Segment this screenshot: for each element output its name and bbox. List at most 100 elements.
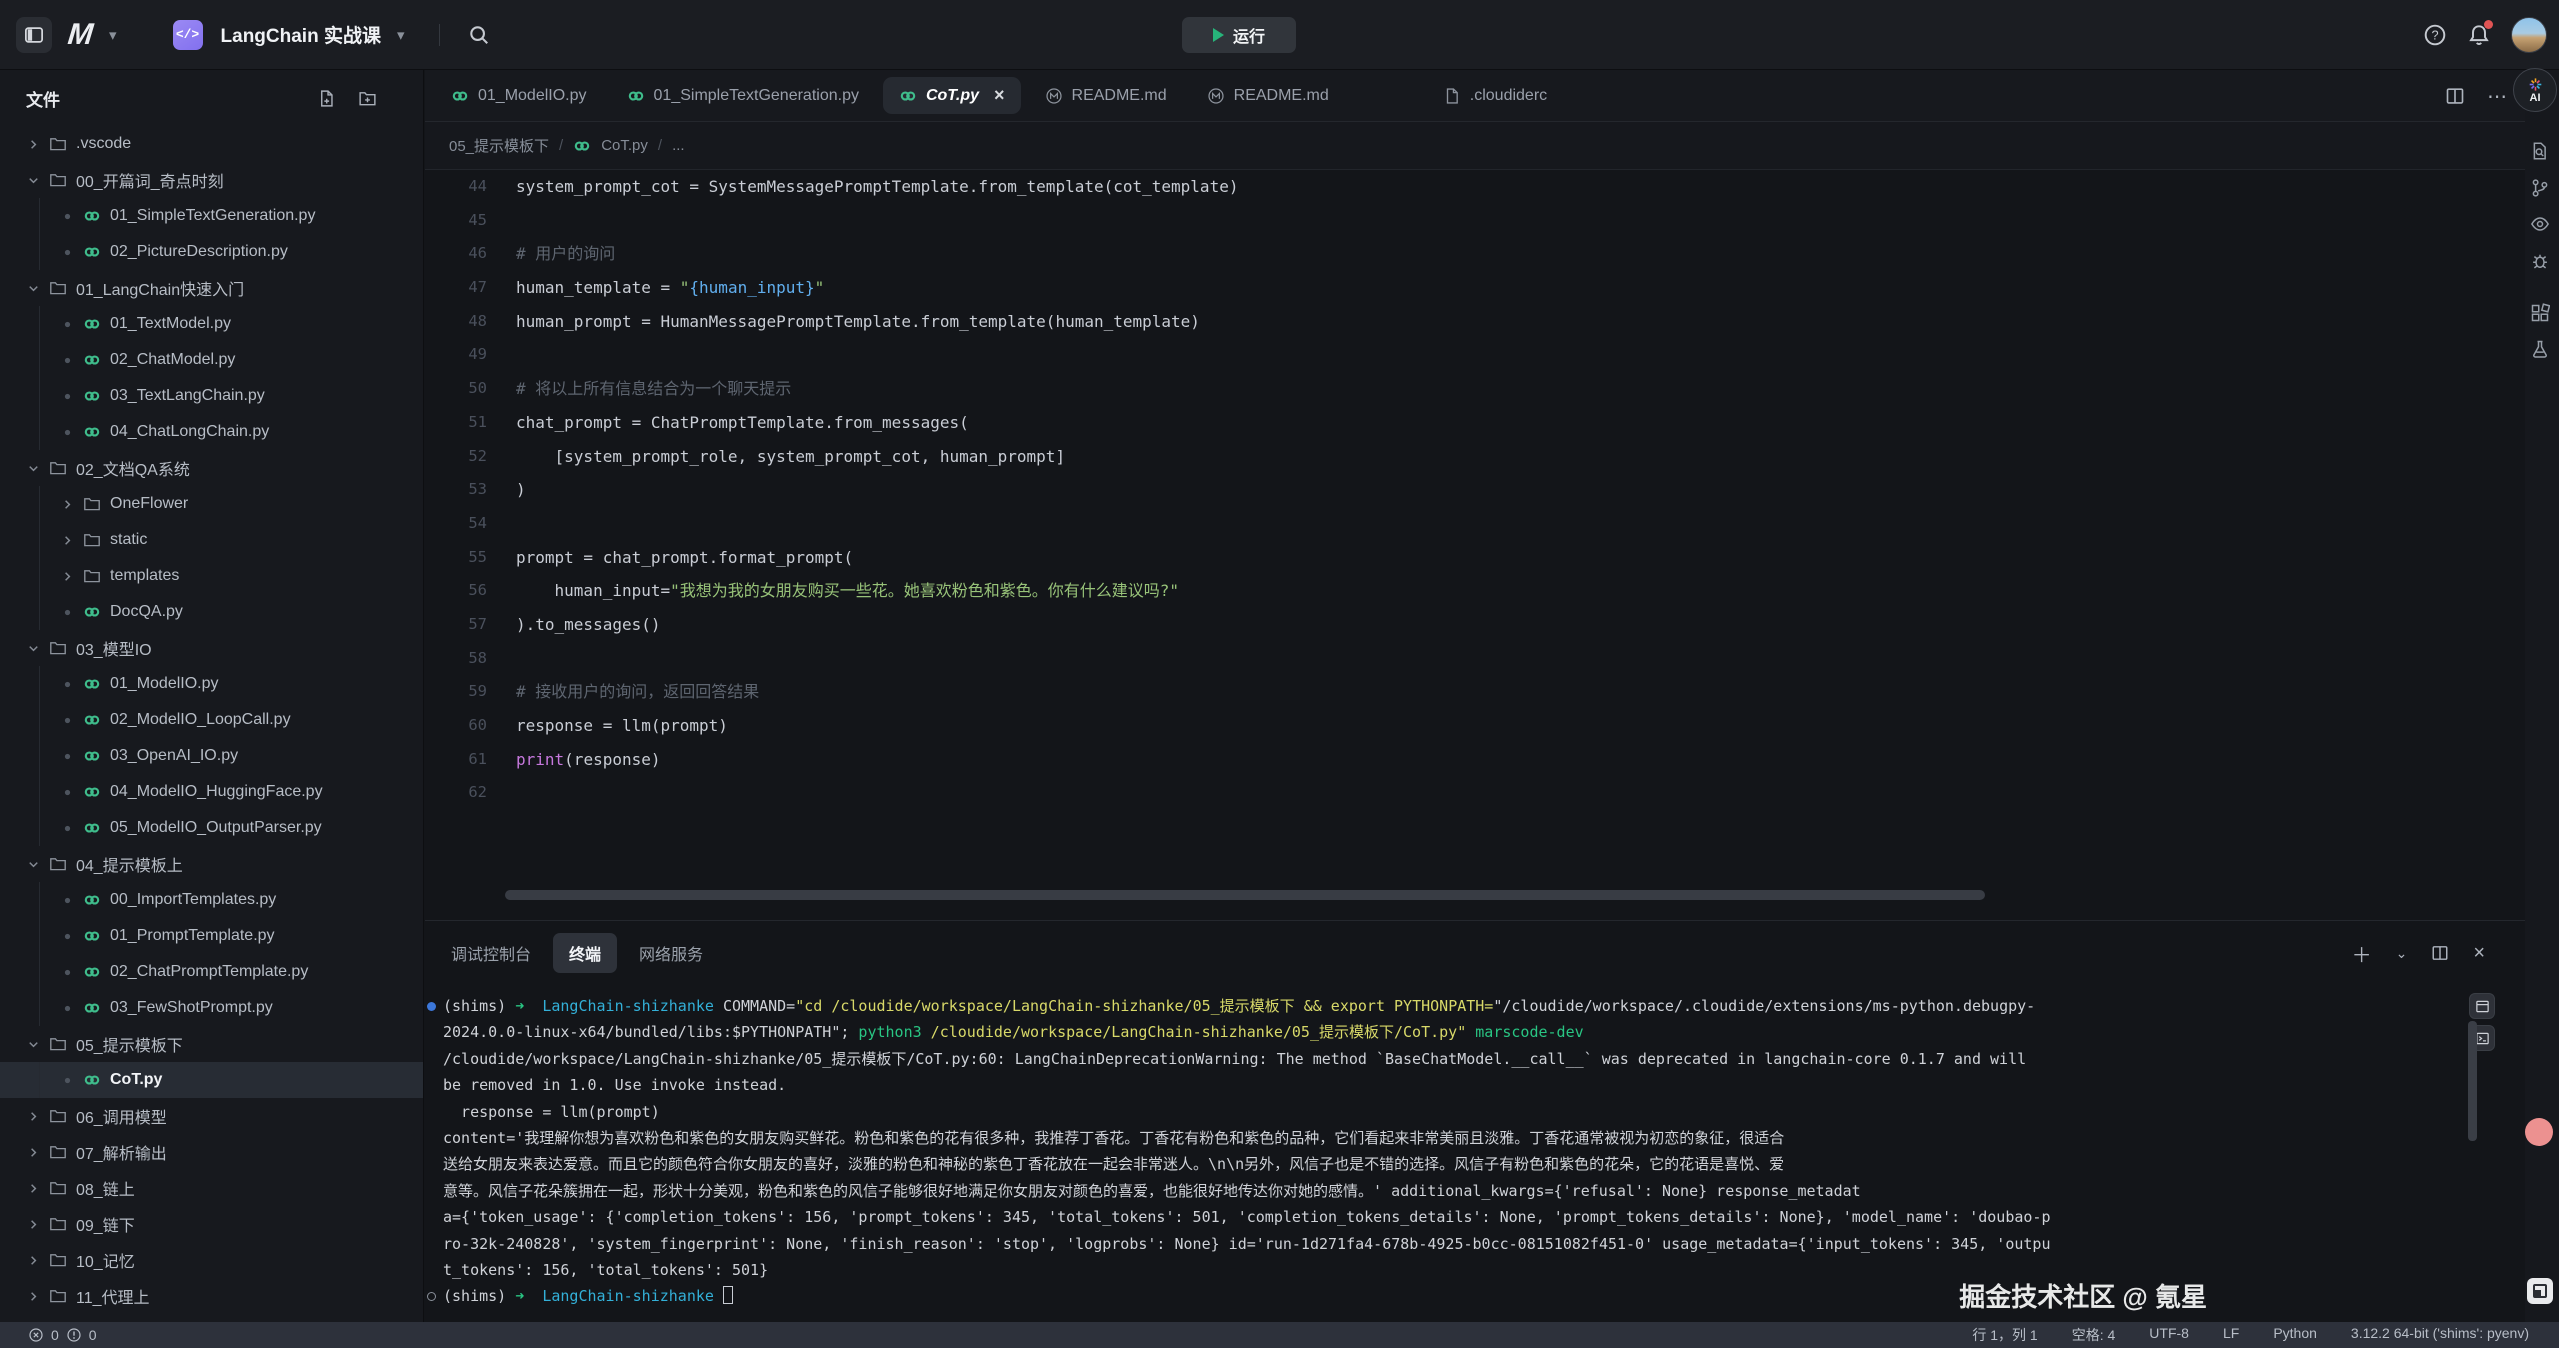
tree-item-file[interactable]: 02_ChatPromptTemplate.py <box>0 954 423 990</box>
tree-item-file[interactable]: 03_TextLangChain.py <box>0 378 423 414</box>
code-line[interactable]: 61print(response) <box>425 743 2525 777</box>
code-line[interactable]: 58 <box>425 642 2525 676</box>
close-panel-icon[interactable]: × <box>2473 942 2485 965</box>
tree-item-folder[interactable]: 01_LangChain快速入门 <box>0 270 423 306</box>
tree-item-folder[interactable]: 03_模型IO <box>0 630 423 666</box>
tree-item-file[interactable]: 01_SimpleTextGeneration.py <box>0 198 423 234</box>
code-line[interactable]: 47human_template = "{human_input}" <box>425 271 2525 305</box>
code-line[interactable]: 51chat_prompt = ChatPromptTemplate.from_… <box>425 406 2525 440</box>
workspace-title[interactable]: LangChain 实战课 <box>217 21 381 48</box>
chevron-down-icon[interactable] <box>22 857 44 872</box>
code-line[interactable]: 49 <box>425 338 2525 372</box>
chevron-down-icon[interactable] <box>22 461 44 476</box>
tree-item-file[interactable]: 05_ModelIO_OutputParser.py <box>0 810 423 846</box>
tree-item-folder[interactable]: OneFlower <box>0 486 423 522</box>
console-stack-button[interactable] <box>2469 993 2495 1019</box>
chevron-right-icon[interactable] <box>56 533 78 548</box>
code-line[interactable]: 44system_prompt_cot = SystemMessagePromp… <box>425 170 2525 204</box>
git-branch-icon[interactable] <box>2529 177 2551 199</box>
chevron-right-icon[interactable] <box>22 1145 44 1160</box>
editor-tab[interactable]: 01_SimpleTextGeneration.py <box>607 70 879 121</box>
tree-item-file[interactable]: 02_PictureDescription.py <box>0 234 423 270</box>
chevron-right-icon[interactable] <box>22 1217 44 1232</box>
notifications-bell-icon[interactable] <box>2467 23 2491 47</box>
tree-item-file[interactable]: 01_TextModel.py <box>0 306 423 342</box>
tree-item-folder[interactable]: 09_链下 <box>0 1206 423 1242</box>
search-icon[interactable] <box>468 24 490 46</box>
tree-item-file[interactable]: 02_ChatModel.py <box>0 342 423 378</box>
code-line[interactable]: 50# 将以上所有信息结合为一个聊天提示 <box>425 372 2525 406</box>
tree-item-file[interactable]: 00_ImportTemplates.py <box>0 882 423 918</box>
tree-item-file[interactable]: 04_ModelIO_HuggingFace.py <box>0 774 423 810</box>
chevron-right-icon[interactable] <box>56 569 78 584</box>
tree-item-file[interactable]: 01_ModelIO.py <box>0 666 423 702</box>
code-line[interactable]: 56 human_input="我想为我的女朋友购买一些花。她喜欢粉色和紫色。你… <box>425 574 2525 608</box>
editor-tab[interactable]: 01_ModelIO.py <box>431 70 607 121</box>
new-terminal-icon[interactable]: ＋ <box>2352 939 2372 968</box>
status-item[interactable]: 行 1，列 1 <box>1972 1325 2037 1345</box>
chevron-down-icon[interactable] <box>22 173 44 188</box>
chevron-right-icon[interactable] <box>22 137 44 152</box>
tree-item-folder[interactable]: 05_提示模板下 <box>0 1026 423 1062</box>
status-item[interactable]: Python <box>2273 1325 2317 1345</box>
status-item[interactable]: LF <box>2223 1325 2239 1345</box>
more-actions-icon[interactable]: ⋯ <box>2487 84 2509 109</box>
tree-item-folder[interactable]: 07_解析输出 <box>0 1134 423 1170</box>
tree-item-file[interactable]: 03_FewShotPrompt.py <box>0 990 423 1026</box>
run-button[interactable]: 运行 <box>1182 17 1296 53</box>
panel-tab[interactable]: 网络服务 <box>623 933 719 973</box>
tree-item-file[interactable]: 03_OpenAI_IO.py <box>0 738 423 774</box>
code-line[interactable]: 52 [system_prompt_role, system_prompt_co… <box>425 440 2525 474</box>
layout-toggle-button[interactable] <box>2527 1278 2553 1304</box>
problems-indicator[interactable]: 0 0 <box>0 1327 97 1343</box>
chevron-right-icon[interactable] <box>22 1109 44 1124</box>
status-item[interactable]: UTF-8 <box>2149 1325 2189 1345</box>
chevron-down-icon[interactable] <box>22 1037 44 1052</box>
chevron-down-icon[interactable]: ▾ <box>395 26 407 44</box>
test-flask-icon[interactable] <box>2529 338 2551 360</box>
code-line[interactable]: 62 <box>425 776 2525 810</box>
code-line[interactable]: 45 <box>425 204 2525 238</box>
chevron-right-icon[interactable] <box>56 497 78 512</box>
panel-tab[interactable]: 终端 <box>553 933 617 973</box>
chevron-right-icon[interactable] <box>22 1253 44 1268</box>
terminal-scrollbar[interactable] <box>2468 1021 2477 1141</box>
close-icon[interactable]: × <box>994 85 1005 106</box>
tree-item-folder[interactable]: .vscode <box>0 126 423 162</box>
sidebar-toggle-button[interactable] <box>16 17 52 53</box>
code-line[interactable]: 59# 接收用户的询问，返回回答结果 <box>425 675 2525 709</box>
tree-item-folder[interactable]: templates <box>0 558 423 594</box>
debug-bug-icon[interactable] <box>2529 250 2551 272</box>
search-files-icon[interactable] <box>2529 140 2551 162</box>
status-item[interactable]: 3.12.2 64-bit ('shims': pyenv) <box>2351 1325 2529 1345</box>
extensions-icon[interactable] <box>2529 302 2551 324</box>
split-terminal-icon[interactable] <box>2431 944 2449 962</box>
chevron-right-icon[interactable] <box>22 1289 44 1304</box>
code-editor[interactable]: 44system_prompt_cot = SystemMessagePromp… <box>425 170 2525 920</box>
chevron-down-icon[interactable]: ▾ <box>107 26 119 44</box>
horizontal-scrollbar[interactable] <box>505 890 1985 900</box>
tree-item-file[interactable]: CoT.py <box>0 1062 423 1098</box>
code-line[interactable]: 53) <box>425 473 2525 507</box>
code-line[interactable]: 46# 用户的询问 <box>425 237 2525 271</box>
tree-item-folder[interactable]: 08_链上 <box>0 1170 423 1206</box>
chevron-down-icon[interactable] <box>22 641 44 656</box>
tree-item-folder[interactable]: static <box>0 522 423 558</box>
tree-item-file[interactable]: DocQA.py <box>0 594 423 630</box>
marscode-logo[interactable]: M <box>64 18 95 52</box>
terminal-output[interactable]: (shims) ➜ LangChain-shizhanke COMMAND="c… <box>425 985 2525 1322</box>
tree-item-folder[interactable]: 06_调用模型 <box>0 1098 423 1134</box>
tree-item-file[interactable]: 01_PromptTemplate.py <box>0 918 423 954</box>
split-editor-icon[interactable] <box>2445 86 2465 106</box>
tree-item-folder[interactable]: 02_文档QA系统 <box>0 450 423 486</box>
breadcrumb-item[interactable]: CoT.py <box>601 137 648 154</box>
editor-tab[interactable]: README.md <box>1187 70 1349 121</box>
ai-assistant-button[interactable]: AI <box>2513 68 2557 112</box>
tree-item-folder[interactable]: 11_代理上 <box>0 1278 423 1314</box>
editor-tab[interactable]: .cloudiderc <box>1423 70 1567 121</box>
panel-tab[interactable]: 调试控制台 <box>435 933 547 973</box>
tree-item-folder[interactable]: 10_记忆 <box>0 1242 423 1278</box>
user-avatar[interactable] <box>2511 17 2547 53</box>
code-line[interactable]: 57).to_messages() <box>425 608 2525 642</box>
breadcrumb-item[interactable]: ... <box>672 137 685 154</box>
